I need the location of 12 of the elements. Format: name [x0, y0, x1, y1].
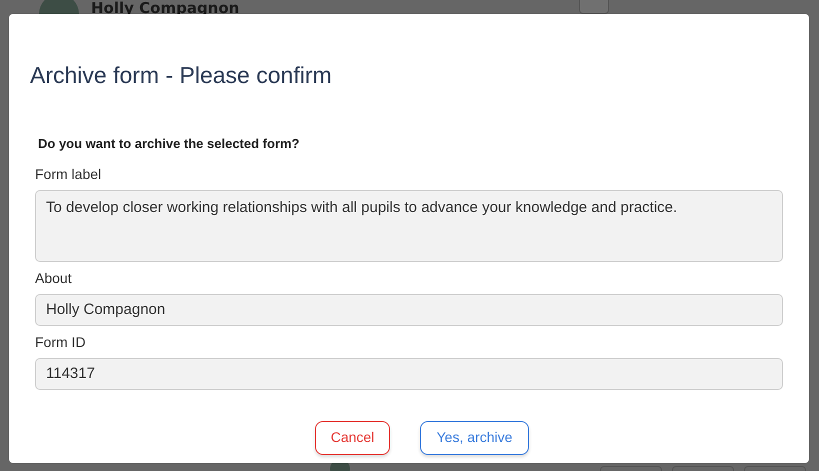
user-name: Holly Compagnon — [91, 0, 240, 19]
button-outline — [579, 0, 609, 14]
cancel-button[interactable]: Cancel — [315, 420, 390, 454]
field-label: About — [35, 268, 73, 288]
field-label: Form label — [35, 164, 102, 184]
field-label: Form ID — [35, 332, 87, 352]
form-label-field[interactable]: To develop closer working relationships with all pupils to advance your knowledge and practice. — [35, 190, 783, 262]
question-text: Do you want to archive the selected form? — [38, 135, 300, 153]
input-field[interactable]: Holly Compagnon — [35, 294, 783, 326]
dialog-title: Archive form - Please confirm — [30, 61, 333, 90]
confirm-button[interactable]: Yes, archive — [420, 420, 529, 454]
input-field[interactable]: 114317 — [35, 358, 783, 390]
